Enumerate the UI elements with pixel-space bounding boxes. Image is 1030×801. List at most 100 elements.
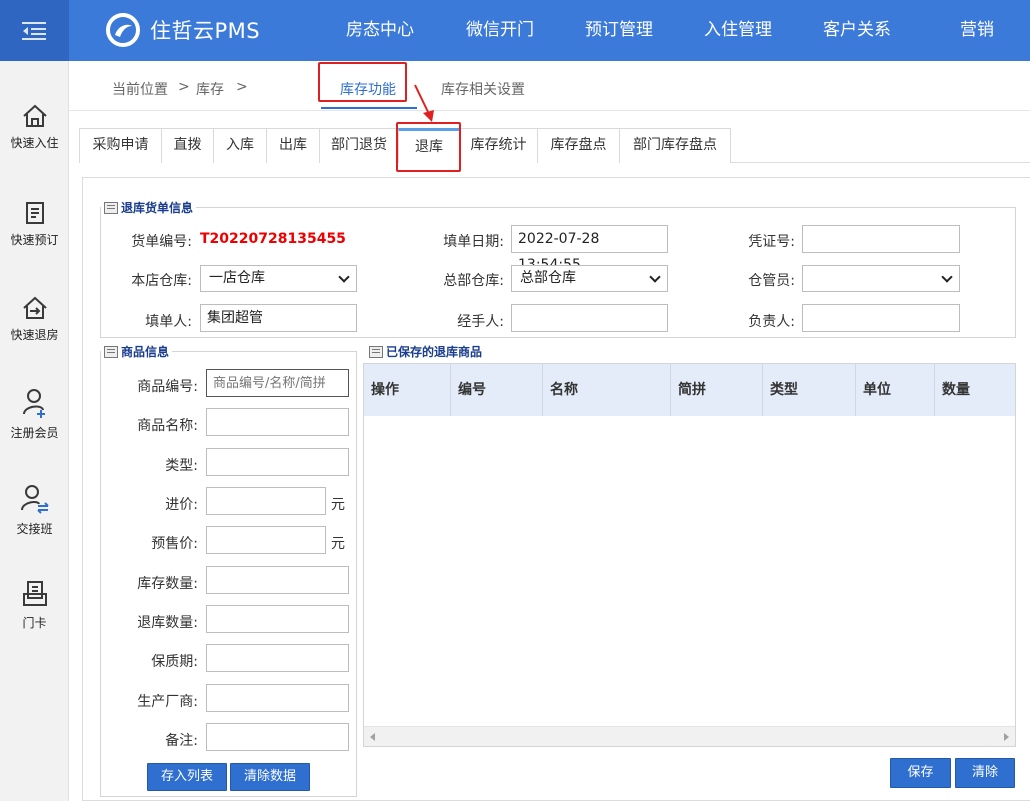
doc-info-legend: 退库货单信息: [101, 199, 196, 216]
highlight-box: [318, 62, 407, 102]
menu-toggle-button[interactable]: [0, 0, 69, 61]
note-field[interactable]: [206, 723, 349, 751]
sidebar-item-shift-handover[interactable]: 交接班: [0, 484, 69, 537]
col-type[interactable]: 类型: [763, 364, 856, 416]
presale-price-field[interactable]: [206, 526, 326, 554]
room-card-icon: [22, 581, 47, 606]
breadcrumb: 当前位置 > 库存 > 库存功能 库存相关设置: [69, 61, 1030, 111]
return-qty-field[interactable]: [206, 605, 349, 633]
owner-label: 负责人:: [748, 314, 795, 330]
logo-icon: [106, 13, 140, 47]
arrow-annotation-icon: [414, 84, 434, 122]
clear-button[interactable]: 清除: [955, 758, 1015, 788]
nav-wechat-door[interactable]: 微信开门: [466, 0, 534, 61]
voucher-field[interactable]: [802, 225, 960, 253]
add-to-list-button[interactable]: 存入列表: [147, 763, 227, 791]
col-abbr[interactable]: 简拼: [671, 364, 763, 416]
voucher-label: 凭证号:: [748, 234, 795, 250]
order-no-label: 货单编号:: [131, 234, 192, 250]
col-unit[interactable]: 单位: [856, 364, 935, 416]
chevron-down-icon: [338, 271, 350, 283]
scroll-left-icon[interactable]: [369, 732, 377, 742]
keeper-select[interactable]: [802, 265, 960, 292]
breadcrumb-separator: >: [236, 79, 248, 95]
tab-purchase-request[interactable]: 采购申请: [79, 128, 162, 163]
handler-label: 经手人:: [457, 314, 504, 330]
nav-room-status[interactable]: 房态中心: [346, 0, 414, 61]
tab-direct-transfer[interactable]: 直拨: [161, 128, 214, 163]
form-icon: [104, 345, 118, 358]
col-code[interactable]: 编号: [451, 364, 543, 416]
product-name-label: 商品名称:: [137, 418, 198, 434]
stock-qty-field[interactable]: [206, 566, 349, 594]
sidebar-item-quick-checkin[interactable]: 快速入住: [0, 104, 69, 151]
sidebar-item-label: 注册会员: [10, 426, 59, 440]
date-label: 填单日期:: [443, 234, 504, 250]
stock-qty-label: 库存数量:: [137, 576, 198, 592]
manufacturer-field[interactable]: [206, 684, 349, 712]
owner-field[interactable]: [802, 304, 960, 332]
saved-items-grid: 操作 编号 名称 简拼 类型 单位 数量: [363, 363, 1016, 747]
sidebar-item-label: 快速预订: [10, 233, 59, 247]
breadcrumb-current: 当前位置: [112, 82, 168, 98]
tab-stocktaking[interactable]: 库存盘点: [537, 128, 620, 163]
nav-marketing[interactable]: 营销: [960, 0, 994, 61]
app-logo[interactable]: 住哲云PMS: [106, 13, 260, 47]
tab-inventory-settings[interactable]: 库存相关设置: [441, 79, 525, 99]
add-member-icon: [22, 389, 45, 418]
cost-price-label: 进价:: [165, 497, 198, 513]
tab-dept-stocktaking[interactable]: 部门库存盘点: [619, 128, 731, 163]
nav-checkin[interactable]: 入住管理: [704, 0, 772, 61]
form-icon: [104, 201, 118, 214]
nav-customer[interactable]: 客户关系: [823, 0, 891, 61]
product-code-label: 商品编号:: [137, 379, 198, 395]
date-field[interactable]: 2022-07-28 13:54:55: [511, 225, 668, 273]
col-action[interactable]: 操作: [364, 364, 451, 416]
tab-dept-return[interactable]: 部门退货: [319, 128, 399, 163]
scroll-right-icon[interactable]: [1002, 732, 1010, 742]
grid-header: 操作 编号 名称 简拼 类型 单位 数量: [364, 364, 1015, 416]
store-warehouse-label: 本店仓库:: [131, 273, 192, 289]
breadcrumb-separator: >: [178, 79, 190, 95]
tab-stock-statistics[interactable]: 库存统计: [459, 128, 538, 163]
nav-booking[interactable]: 预订管理: [585, 0, 653, 61]
sidebar-item-quick-checkout[interactable]: 快速退房: [0, 296, 69, 343]
breadcrumb-inventory[interactable]: 库存: [196, 79, 224, 99]
product-type-field[interactable]: [206, 448, 349, 476]
form-icon: [369, 345, 383, 358]
product-info-legend: 商品信息: [101, 343, 172, 360]
saved-items-legend: 已保存的退库商品: [369, 343, 482, 360]
product-type-label: 类型:: [165, 458, 198, 474]
currency-unit: 元: [331, 536, 345, 552]
sidebar-item-label: 快速入住: [10, 136, 59, 150]
sidebar: 快速入住 快速预订 快速退房 注册会员 交接班 门卡: [0, 61, 69, 801]
home-icon: [22, 104, 47, 127]
handler-field[interactable]: [511, 304, 668, 332]
product-name-field[interactable]: [206, 408, 349, 436]
shift-handover-icon: [20, 485, 49, 514]
store-warehouse-select[interactable]: 一店仓库: [200, 265, 357, 292]
checkout-icon: [22, 296, 47, 319]
shelf-life-label: 保质期:: [151, 654, 198, 670]
filler-field[interactable]: 集团超管: [200, 304, 357, 332]
filler-label: 填单人:: [145, 314, 192, 330]
col-quantity[interactable]: 数量: [935, 364, 1015, 416]
cost-price-field[interactable]: [206, 487, 326, 515]
sidebar-item-quick-booking[interactable]: 快速预订: [0, 201, 69, 248]
horizontal-scrollbar[interactable]: [364, 726, 1015, 746]
tab-stock-in[interactable]: 入库: [213, 128, 267, 163]
col-name[interactable]: 名称: [543, 364, 671, 416]
product-code-input[interactable]: [206, 369, 349, 397]
sidebar-item-room-card[interactable]: 门卡: [0, 580, 69, 631]
hq-warehouse-label: 总部仓库:: [443, 273, 504, 289]
sidebar-item-register-member[interactable]: 注册会员: [0, 388, 69, 441]
shelf-life-field[interactable]: [206, 644, 349, 672]
tab-stock-out[interactable]: 出库: [266, 128, 320, 163]
order-no-value: T20220728135455: [200, 231, 346, 247]
hq-warehouse-select[interactable]: 总部仓库: [511, 265, 668, 292]
currency-unit: 元: [331, 497, 345, 513]
keeper-label: 仓管员:: [748, 273, 795, 289]
clear-data-button[interactable]: 清除数据: [230, 763, 310, 791]
save-button[interactable]: 保存: [890, 758, 951, 788]
chevron-down-icon: [649, 271, 661, 283]
